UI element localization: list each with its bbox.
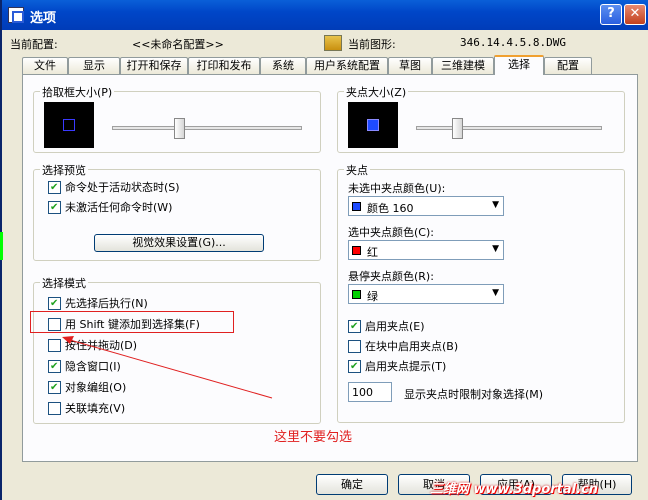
options-dialog: 选项 ? ✕ 当前配置: <<未命名配置>> 当前图形: 346.14.4.5.…	[0, 0, 648, 500]
watermark: 三维网 www.3dportal.cn	[430, 482, 599, 497]
background-edge	[0, 232, 3, 260]
tab-selection[interactable]: 选择	[494, 55, 544, 75]
annotation-arrow	[62, 336, 273, 399]
ok-button[interactable]: 确定	[316, 474, 388, 495]
annotation-text: 这里不要勾选	[274, 430, 353, 445]
